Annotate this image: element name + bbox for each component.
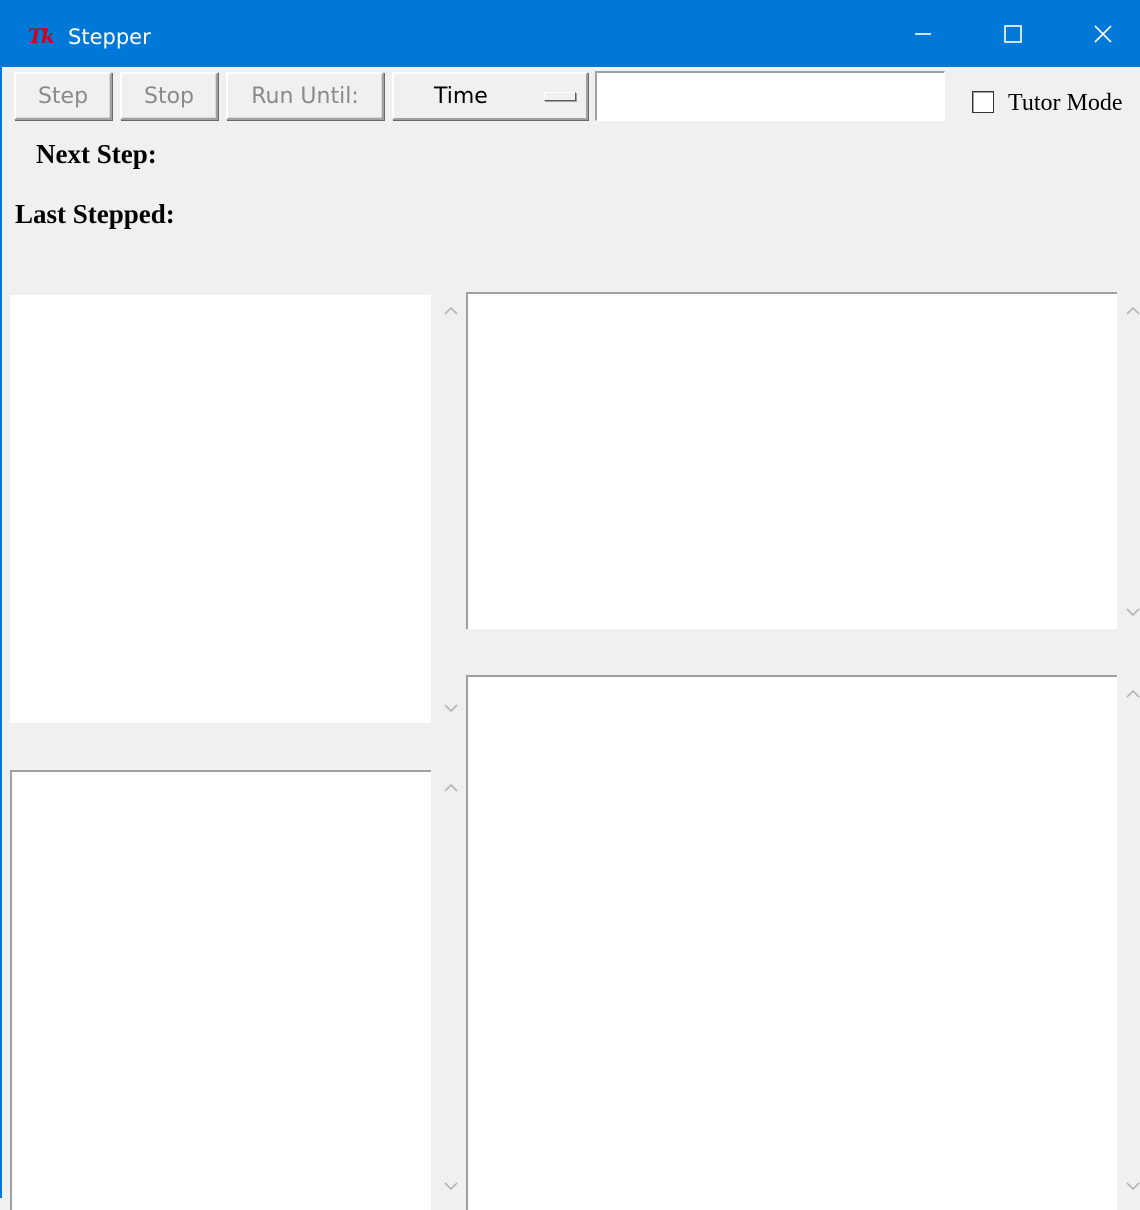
run-until-button[interactable]: Run Until: — [226, 72, 384, 120]
scroll-down-arrow-icon[interactable] — [1122, 1178, 1140, 1194]
bottom-right-text-pane[interactable] — [466, 675, 1117, 1210]
run-until-mode-value: Time — [434, 84, 488, 109]
top-right-text-pane[interactable] — [466, 292, 1117, 629]
title-bar[interactable]: Tk Stepper — [2, 0, 1140, 67]
maximize-icon — [1004, 24, 1022, 43]
next-step-label: Next Step: — [36, 139, 157, 169]
run-until-value-input[interactable] — [595, 71, 945, 121]
minimize-button[interactable] — [878, 0, 968, 67]
scroll-down-arrow-icon[interactable] — [1122, 604, 1140, 620]
close-button[interactable] — [1058, 0, 1140, 67]
bottom-left-text-pane[interactable] — [10, 770, 431, 1210]
stepper-window: Tk Stepper Step Stop Run Until: Time Tut… — [0, 0, 1140, 1210]
window-title: Stepper — [68, 25, 151, 49]
close-icon — [1094, 24, 1112, 43]
tutor-mode-checkbox[interactable] — [972, 91, 994, 113]
tk-logo-icon: Tk — [28, 24, 55, 48]
scroll-down-arrow-icon[interactable] — [440, 700, 462, 716]
scroll-down-arrow-icon[interactable] — [440, 1178, 462, 1194]
top-left-text-pane[interactable] — [10, 295, 431, 723]
scroll-up-arrow-icon[interactable] — [1122, 303, 1140, 319]
tutor-mode-label[interactable]: Tutor Mode — [1008, 89, 1122, 117]
run-until-mode-menu[interactable]: Time — [392, 72, 588, 120]
step-button[interactable]: Step — [14, 72, 112, 120]
scroll-up-arrow-icon[interactable] — [1122, 686, 1140, 702]
last-stepped-label: Last Stepped: — [15, 199, 175, 229]
maximize-button[interactable] — [968, 0, 1058, 67]
scroll-up-arrow-icon[interactable] — [440, 303, 462, 319]
option-menu-indicator-icon — [544, 92, 576, 101]
stop-button[interactable]: Stop — [120, 72, 218, 120]
scroll-up-arrow-icon[interactable] — [440, 780, 462, 796]
minimize-icon — [915, 32, 931, 35]
